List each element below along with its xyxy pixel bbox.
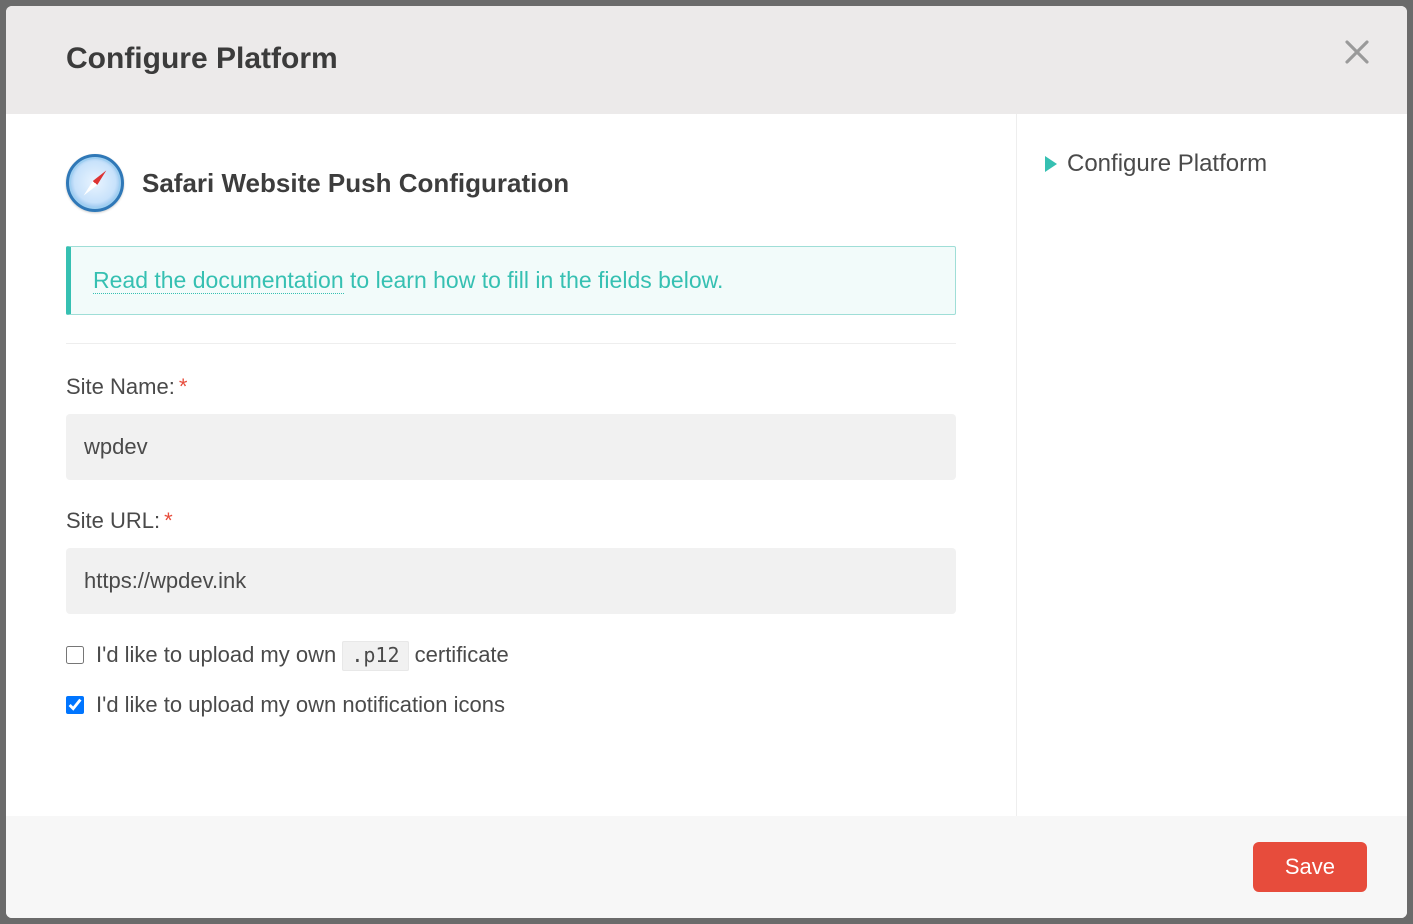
modal-body: Safari Website Push Configuration Read t… <box>6 114 1407 816</box>
site-name-input[interactable] <box>66 414 956 480</box>
site-url-input[interactable] <box>66 548 956 614</box>
modal-footer: Save <box>6 816 1407 918</box>
upload-icons-checkbox[interactable] <box>66 696 84 714</box>
documentation-text: to learn how to fill in the fields below… <box>344 267 724 293</box>
site-name-label: Site Name:* <box>66 374 956 400</box>
documentation-link[interactable]: Read the documentation <box>93 267 344 294</box>
site-url-label: Site URL:* <box>66 508 956 534</box>
safari-icon <box>66 154 124 212</box>
modal-header: Configure Platform <box>6 6 1407 114</box>
configure-platform-modal: Configure Platform Safari Website Push C… <box>6 6 1407 918</box>
sidebar-link-label: Configure Platform <box>1067 150 1267 178</box>
upload-p12-checkbox-row[interactable]: I'd like to upload my own .p12 certifica… <box>66 642 956 668</box>
sidebar-column: Configure Platform <box>1016 114 1396 816</box>
field-site-url: Site URL:* <box>66 508 956 614</box>
field-site-name: Site Name:* <box>66 374 956 480</box>
upload-icons-checkbox-row[interactable]: I'd like to upload my own notification i… <box>66 692 956 718</box>
divider <box>66 343 956 344</box>
modal-title: Configure Platform <box>66 42 1347 76</box>
close-icon <box>1342 37 1372 67</box>
save-button[interactable]: Save <box>1253 842 1367 892</box>
close-button[interactable] <box>1339 34 1375 70</box>
main-column: Safari Website Push Configuration Read t… <box>6 114 1016 816</box>
required-asterisk: * <box>164 508 173 533</box>
documentation-callout: Read the documentation to learn how to f… <box>66 246 956 315</box>
sidebar-link-configure-platform[interactable]: Configure Platform <box>1045 150 1356 178</box>
section-header: Safari Website Push Configuration <box>66 154 956 212</box>
upload-p12-checkbox[interactable] <box>66 646 84 664</box>
upload-p12-label: I'd like to upload my own .p12 certifica… <box>96 642 509 668</box>
upload-icons-label: I'd like to upload my own notification i… <box>96 692 505 718</box>
required-asterisk: * <box>179 374 188 399</box>
p12-code: .p12 <box>342 641 408 671</box>
section-title: Safari Website Push Configuration <box>142 168 569 199</box>
triangle-right-icon <box>1045 156 1057 172</box>
